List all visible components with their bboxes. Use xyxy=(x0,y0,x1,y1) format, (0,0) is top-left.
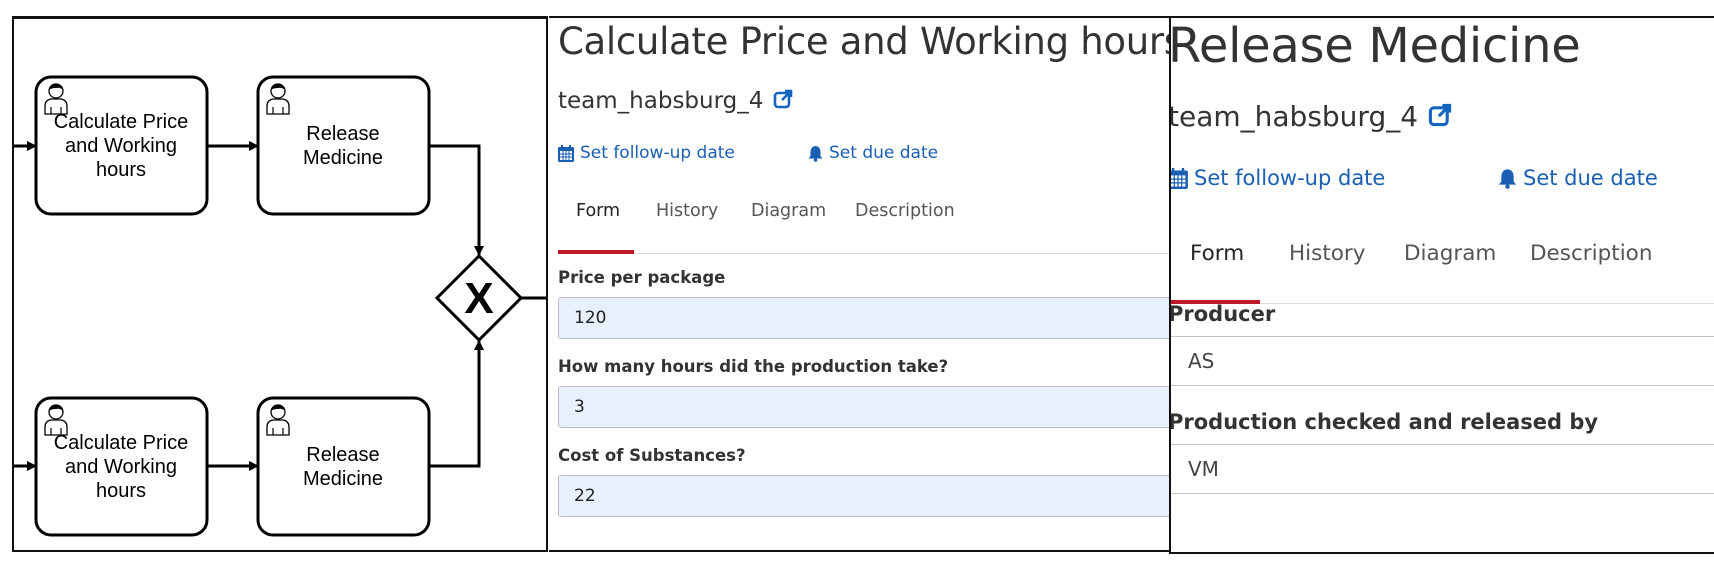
diagram-canvas: Calculate Price and Working hours Releas… xyxy=(14,75,546,537)
price-per-package-label: Price per package xyxy=(558,268,726,287)
tab-diagram[interactable]: Diagram xyxy=(1404,241,1496,278)
set-follow-up-date-link[interactable]: Set follow-up date xyxy=(1171,166,1386,190)
task-release-medicine-top[interactable]: Release Medicine xyxy=(256,75,431,216)
external-link-icon[interactable] xyxy=(773,89,793,113)
price-per-package-input[interactable]: 120 xyxy=(558,297,1171,339)
tab-form[interactable]: Form xyxy=(576,201,620,233)
candidate-group: team_habsburg_4 xyxy=(1169,100,1452,133)
tab-form[interactable]: Form xyxy=(1190,241,1244,278)
cost-of-substances-input[interactable]: 22 xyxy=(558,475,1171,517)
task-calculate-price-bottom[interactable]: Calculate Price and Working hours xyxy=(34,396,209,537)
task-release-medicine-bottom[interactable]: Release Medicine xyxy=(256,396,431,537)
task-label-line: Release xyxy=(306,123,379,145)
task-label-line: Calculate Price xyxy=(54,432,189,454)
task-label-line: and Working xyxy=(65,135,177,157)
set-due-date-link[interactable]: Set due date xyxy=(808,143,938,163)
tab-diagram[interactable]: Diagram xyxy=(751,201,826,233)
task-form-calculate-price: Calculate Price and Working hours team_h… xyxy=(549,16,1171,552)
task-tabs: Form History Diagram Description xyxy=(558,201,1171,254)
task-label-line: and Working xyxy=(65,456,177,478)
calendar-icon xyxy=(558,144,574,162)
bell-icon xyxy=(808,145,823,162)
page-title: Calculate Price and Working hours xyxy=(558,20,1171,63)
tab-description[interactable]: Description xyxy=(1530,241,1652,278)
task-label-line: Calculate Price xyxy=(54,111,189,133)
process-diagram: Calculate Price and Working hours Releas… xyxy=(12,16,548,552)
calendar-icon xyxy=(1171,167,1188,189)
task-form-release-medicine: Release Medicine team_habsburg_4 Set fol… xyxy=(1169,16,1714,554)
tab-history[interactable]: History xyxy=(656,201,718,233)
page-title: Release Medicine xyxy=(1169,18,1581,74)
follow-up-label: Set follow-up date xyxy=(580,143,735,163)
gateway-marker: X xyxy=(464,274,493,323)
active-tab-indicator xyxy=(558,250,634,254)
exclusive-gateway[interactable]: X xyxy=(434,253,524,343)
tab-history[interactable]: History xyxy=(1289,241,1366,278)
checked-released-by-input[interactable]: VM xyxy=(1171,444,1714,494)
cost-of-substances-label: Cost of Substances? xyxy=(558,446,746,465)
sequence-flow xyxy=(429,340,484,468)
checked-released-by-label: Production checked and released by xyxy=(1169,410,1599,434)
task-label-line: Release xyxy=(306,444,379,466)
producer-input[interactable]: AS xyxy=(1171,336,1714,386)
task-label-line: Medicine xyxy=(303,468,383,490)
task-label-line: hours xyxy=(96,480,146,502)
candidate-group: team_habsburg_4 xyxy=(558,88,793,114)
task-tabs: Form History Diagram Description xyxy=(1171,241,1714,304)
task-label-line: Medicine xyxy=(303,147,383,169)
due-date-label: Set due date xyxy=(829,143,939,163)
task-label-line: hours xyxy=(96,159,146,181)
tab-description[interactable]: Description xyxy=(855,201,955,233)
sequence-flow xyxy=(429,144,484,256)
production-hours-input[interactable]: 3 xyxy=(558,386,1171,428)
production-hours-label: How many hours did the production take? xyxy=(558,357,949,376)
external-link-icon[interactable] xyxy=(1428,103,1452,131)
set-follow-up-date-link[interactable]: Set follow-up date xyxy=(558,143,735,163)
group-name: team_habsburg_4 xyxy=(558,88,764,114)
due-date-label: Set due date xyxy=(1523,166,1658,190)
set-due-date-link[interactable]: Set due date xyxy=(1498,166,1658,190)
bell-icon xyxy=(1498,168,1517,189)
follow-up-label: Set follow-up date xyxy=(1194,166,1386,190)
task-calculate-price-top[interactable]: Calculate Price and Working hours xyxy=(34,75,209,216)
group-name: team_habsburg_4 xyxy=(1169,100,1419,133)
producer-label: Producer xyxy=(1169,302,1276,326)
